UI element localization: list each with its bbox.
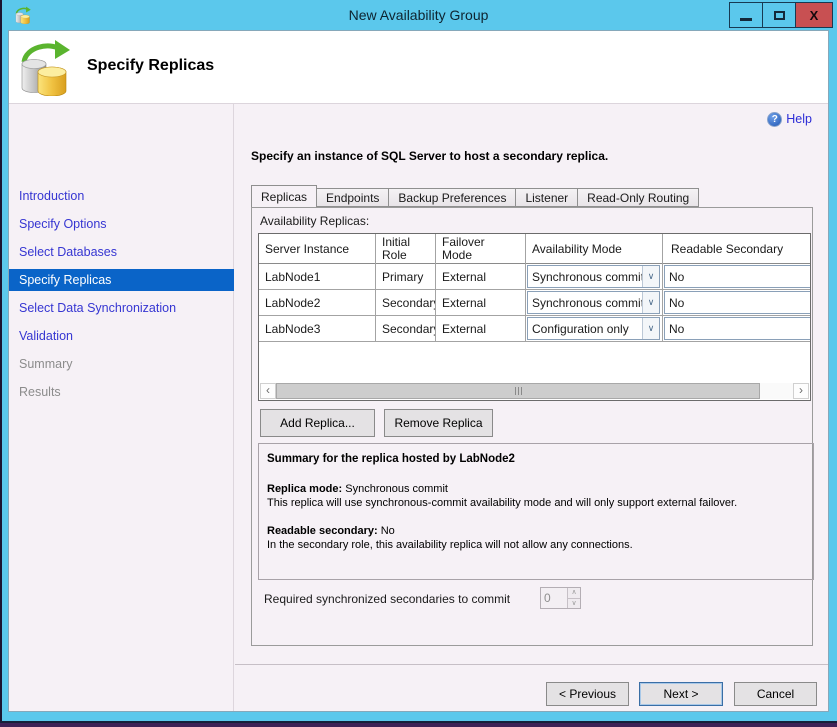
- tab-listener[interactable]: Listener: [515, 188, 578, 207]
- cell-availability-mode: Synchronous commit ∨: [526, 290, 663, 316]
- cell-readable-secondary: No: [663, 264, 811, 290]
- close-icon: X: [810, 8, 819, 23]
- dialog-content: Specify Replicas Introduction Specify Op…: [8, 30, 829, 712]
- replica-mode-description: This replica will use synchronous-commit…: [267, 496, 805, 510]
- cell-failover-mode[interactable]: External: [436, 264, 526, 290]
- help-label: Help: [786, 112, 812, 126]
- availability-replicas-label: Availability Replicas:: [260, 214, 369, 228]
- maximize-icon: [774, 11, 785, 20]
- titlebar[interactable]: New Availability Group X: [0, 0, 837, 30]
- minimize-icon: [740, 18, 752, 21]
- cell-readable-secondary: No: [663, 290, 811, 316]
- minimize-button[interactable]: [729, 2, 762, 28]
- scrollbar-track[interactable]: [760, 383, 793, 399]
- cell-server-instance[interactable]: LabNode3: [259, 316, 376, 342]
- maximize-button[interactable]: [762, 2, 796, 28]
- chevron-down-icon[interactable]: ∨: [642, 266, 659, 287]
- previous-button[interactable]: < Previous: [546, 682, 629, 706]
- summary-title: Summary for the replica hosted by LabNod…: [267, 452, 805, 466]
- replicas-tab-panel: Availability Replicas: Server Instance I…: [251, 207, 813, 646]
- availability-replicas-grid: Server Instance Initial Role Failover Mo…: [258, 233, 811, 401]
- summary-replica-mode: Replica mode: Synchronous commit This re…: [267, 482, 805, 510]
- tab-endpoints[interactable]: Endpoints: [316, 188, 389, 207]
- replica-mode-label: Replica mode:: [267, 483, 342, 495]
- column-header-availability-mode[interactable]: Availability Mode: [526, 234, 663, 264]
- window-edge-left: [0, 0, 2, 727]
- column-header-initial-role[interactable]: Initial Role: [376, 234, 436, 264]
- cell-availability-mode: Synchronous commit ∨: [526, 264, 663, 290]
- sidebar-item-summary: Summary: [9, 353, 234, 375]
- replica-summary-panel: Summary for the replica hosted by LabNod…: [258, 443, 814, 580]
- cell-availability-mode: Configuration only ∨: [526, 316, 663, 342]
- help-link[interactable]: ? Help: [767, 111, 812, 127]
- grid-header-row: Server Instance Initial Role Failover Mo…: [259, 234, 811, 264]
- readable-secondary-dropdown[interactable]: No: [664, 265, 811, 288]
- chevron-down-icon[interactable]: ∨: [642, 318, 659, 339]
- column-header-failover-mode[interactable]: Failover Mode: [436, 234, 526, 264]
- grid-row-labnode1: LabNode1 Primary External Synchronous co…: [259, 264, 811, 290]
- new-availability-group-window: New Availability Group X Specify Replica…: [0, 0, 837, 727]
- horizontal-scrollbar[interactable]: ‹ ›: [260, 383, 809, 399]
- scrollbar-grip: [515, 387, 516, 395]
- availability-mode-dropdown[interactable]: Synchronous commit ∨: [527, 265, 660, 288]
- spinner-buttons: ∧ ∨: [567, 588, 580, 608]
- wizard-steps-sidebar: Introduction Specify Options Select Data…: [9, 104, 234, 711]
- help-icon: ?: [767, 112, 782, 127]
- readable-secondary-dropdown[interactable]: No: [664, 317, 811, 340]
- readable-secondary-description: In the secondary role, this availability…: [267, 538, 805, 552]
- sidebar-item-select-data-synchronization[interactable]: Select Data Synchronization: [9, 297, 234, 319]
- grid-row-labnode2: LabNode2 Secondary External Synchronous …: [259, 290, 811, 316]
- spin-up-icon[interactable]: ∧: [568, 588, 580, 599]
- tab-replicas[interactable]: Replicas: [251, 185, 317, 207]
- readable-secondary-value: No: [381, 525, 395, 537]
- desktop-edge: [0, 723, 837, 727]
- availability-mode-dropdown[interactable]: Synchronous commit ∨: [527, 291, 660, 314]
- availability-mode-dropdown[interactable]: Configuration only ∨: [527, 317, 660, 340]
- chevron-down-icon[interactable]: ∨: [642, 292, 659, 313]
- scroll-right-icon[interactable]: ›: [793, 383, 809, 399]
- tab-read-only-routing[interactable]: Read-Only Routing: [577, 188, 699, 207]
- summary-readable-secondary: Readable secondary: No In the secondary …: [267, 524, 805, 552]
- cancel-button[interactable]: Cancel: [734, 682, 817, 706]
- wizard-header: Specify Replicas: [9, 31, 828, 104]
- scrollbar-thumb[interactable]: [276, 383, 760, 399]
- cell-server-instance[interactable]: LabNode1: [259, 264, 376, 290]
- cell-initial-role[interactable]: Primary: [376, 264, 436, 290]
- readable-secondary-dropdown[interactable]: No: [664, 291, 811, 314]
- window-title: New Availability Group: [0, 0, 837, 30]
- sidebar-item-introduction[interactable]: Introduction: [9, 185, 234, 207]
- replica-tabs: Replicas Endpoints Backup Preferences Li…: [251, 186, 698, 207]
- replica-mode-value: Synchronous commit: [345, 483, 448, 495]
- sidebar-item-select-databases[interactable]: Select Databases: [9, 241, 234, 263]
- cell-failover-mode[interactable]: External: [436, 290, 526, 316]
- column-header-readable-secondary[interactable]: Readable Secondary: [663, 234, 811, 264]
- sidebar-item-validation[interactable]: Validation: [9, 325, 234, 347]
- instruction-text: Specify an instance of SQL Server to hos…: [251, 149, 608, 163]
- availability-group-icon: [19, 38, 71, 96]
- sidebar-item-specify-options[interactable]: Specify Options: [9, 213, 234, 235]
- add-replica-button[interactable]: Add Replica...: [260, 409, 375, 437]
- required-secondaries-input[interactable]: [541, 588, 567, 608]
- required-secondaries-label: Required synchronized secondaries to com…: [264, 592, 510, 606]
- footer-separator: [235, 664, 828, 665]
- page-title: Specify Replicas: [87, 57, 214, 75]
- cell-failover-mode[interactable]: External: [436, 316, 526, 342]
- next-button[interactable]: Next >: [639, 682, 723, 706]
- scroll-left-icon[interactable]: ‹: [260, 383, 276, 399]
- required-secondaries-spinner[interactable]: ∧ ∨: [540, 587, 581, 609]
- cell-readable-secondary: No: [663, 316, 811, 342]
- close-button[interactable]: X: [796, 2, 833, 28]
- cell-initial-role[interactable]: Secondary: [376, 316, 436, 342]
- tab-backup-preferences[interactable]: Backup Preferences: [388, 188, 516, 207]
- cell-initial-role[interactable]: Secondary: [376, 290, 436, 316]
- spin-down-icon[interactable]: ∨: [568, 599, 580, 609]
- sidebar-item-results: Results: [9, 381, 234, 403]
- remove-replica-button[interactable]: Remove Replica: [384, 409, 493, 437]
- cell-server-instance[interactable]: LabNode2: [259, 290, 376, 316]
- sidebar-item-specify-replicas[interactable]: Specify Replicas: [9, 269, 234, 291]
- readable-secondary-label: Readable secondary:: [267, 525, 378, 537]
- column-header-server-instance[interactable]: Server Instance: [259, 234, 376, 264]
- grid-row-labnode3: LabNode3 Secondary External Configuratio…: [259, 316, 811, 342]
